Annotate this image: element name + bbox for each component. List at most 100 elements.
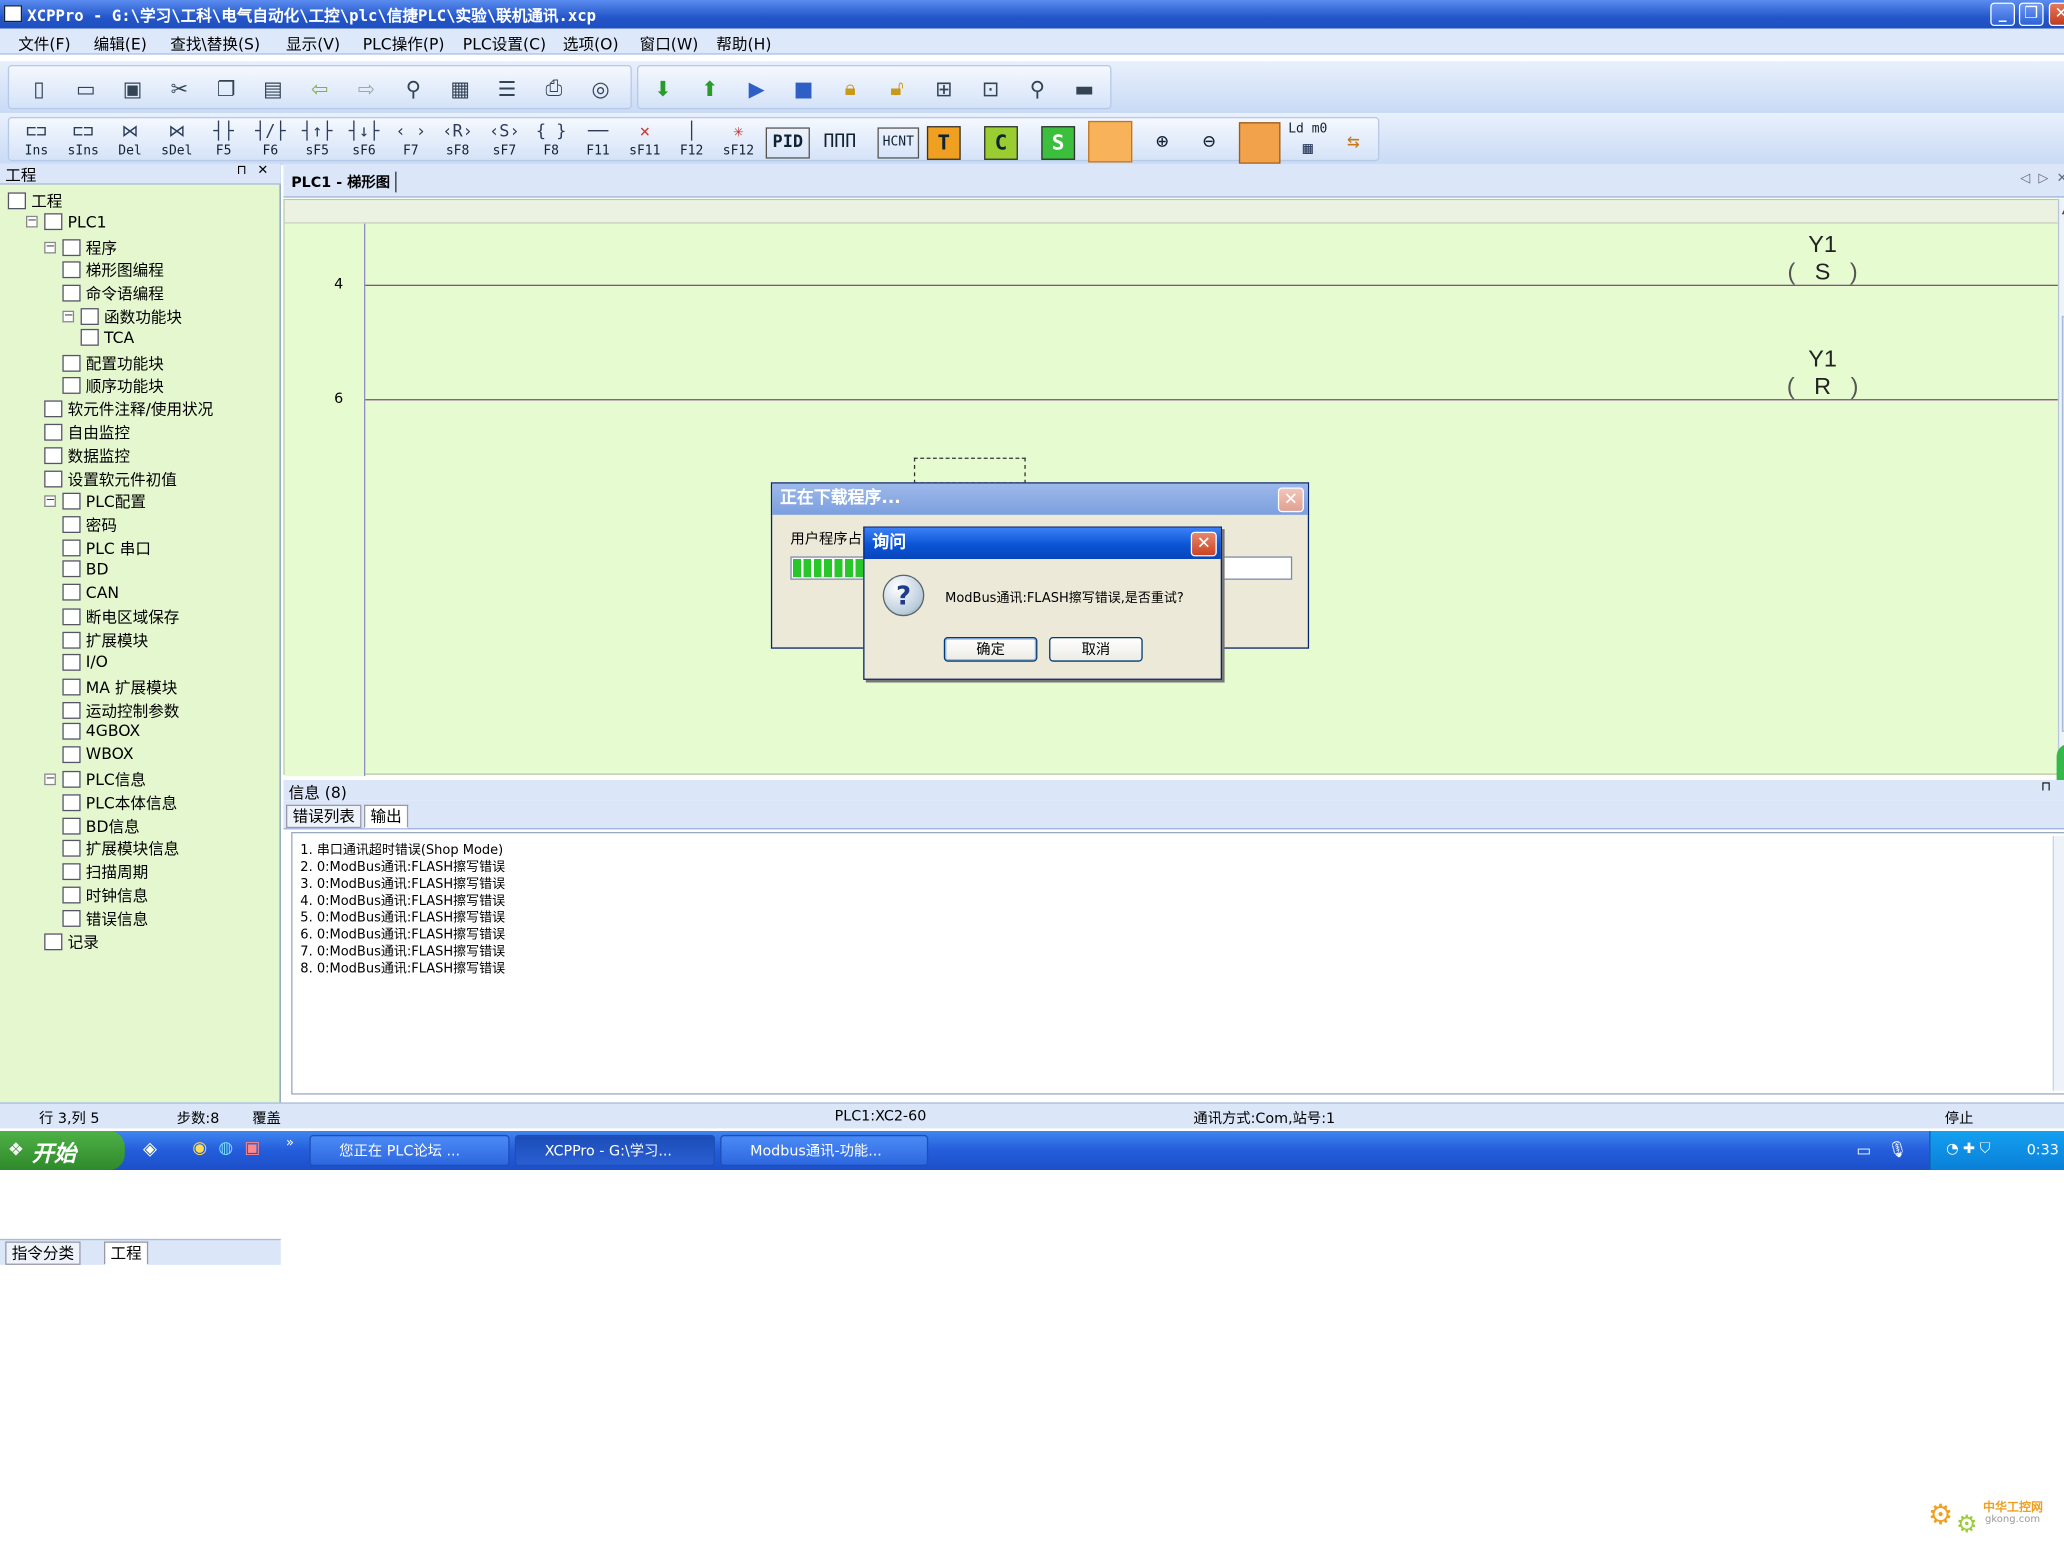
chrome-icon[interactable]: ◉ bbox=[192, 1139, 207, 1159]
task-modbus-doc[interactable]: Modbus通讯-功能... bbox=[720, 1134, 929, 1167]
coil-y1-reset[interactable]: Y1 ( R ) bbox=[1770, 345, 1875, 399]
tray-icons[interactable]: ◔ ✚ ⛉ bbox=[1946, 1140, 1990, 1158]
download-icon[interactable]: ⬇ bbox=[646, 72, 680, 106]
download-dialog-close-button[interactable]: ✕ bbox=[1277, 487, 1304, 513]
nc-contact-button[interactable]: ┤/├ F6 bbox=[248, 121, 292, 165]
no-contact-button[interactable]: ┤├ F5 bbox=[202, 121, 246, 165]
parallel-no-button[interactable]: ┤↑├ sF5 bbox=[295, 121, 339, 165]
tree-item[interactable]: 密码 bbox=[62, 514, 117, 536]
forward-arrow-icon[interactable]: ⇨ bbox=[350, 72, 384, 106]
ld-m0-button[interactable]: Ld m0 ▦ bbox=[1283, 122, 1332, 166]
delete-hline-button[interactable]: ✕ sF11 bbox=[623, 121, 667, 165]
menu-view[interactable]: 显示(V) bbox=[286, 33, 340, 55]
back-arrow-icon[interactable]: ⇦ bbox=[303, 72, 337, 106]
tab-next-icon[interactable]: ▷ bbox=[2038, 172, 2048, 186]
task-forum[interactable]: 您正在 PLC论坛 ... bbox=[309, 1134, 510, 1167]
close-button[interactable]: ✕ bbox=[2048, 2, 2064, 26]
info-pin-icon[interactable]: ⊓ bbox=[2041, 780, 2051, 794]
set-coil-button[interactable]: ‹S› sF7 bbox=[482, 121, 526, 165]
menu-file[interactable]: 文件(F) bbox=[18, 33, 70, 55]
tree-item[interactable]: 设置软元件初值 bbox=[44, 467, 177, 489]
menu-options[interactable]: 选项(O) bbox=[563, 33, 619, 55]
sequence-button[interactable]: S bbox=[1041, 126, 1076, 160]
copy-icon[interactable]: ❐ bbox=[209, 72, 243, 106]
collapse-toggle-icon[interactable]: − bbox=[62, 310, 75, 323]
counter-button[interactable]: C bbox=[984, 126, 1018, 160]
cancel-button[interactable]: 取消 bbox=[1049, 637, 1143, 662]
collapse-toggle-icon[interactable]: − bbox=[44, 495, 56, 508]
panel-close-icon[interactable]: ✕ bbox=[257, 164, 268, 178]
tree-item[interactable]: − 程序 bbox=[44, 236, 117, 258]
shift-insert-button[interactable]: ⊏⊐ sIns bbox=[61, 121, 105, 165]
monitor-toggle-icon[interactable] bbox=[1088, 120, 1133, 163]
tree-item[interactable]: BD bbox=[62, 560, 109, 578]
print-icon[interactable]: ⎙ bbox=[537, 72, 571, 106]
insert-row-button[interactable]: ⊏⊐ Ins bbox=[14, 121, 58, 165]
tree-item[interactable]: 记录 bbox=[44, 930, 99, 952]
pid-button[interactable]: PID bbox=[765, 127, 810, 159]
tree-item[interactable]: WBOX bbox=[62, 745, 134, 763]
collapse-toggle-icon[interactable]: − bbox=[26, 216, 38, 228]
tree-item[interactable]: CAN bbox=[62, 583, 119, 601]
delete-vline-button[interactable]: ✳ sF12 bbox=[716, 121, 760, 165]
coil-y1-set[interactable]: Y1 ( S ) bbox=[1770, 231, 1875, 285]
unlock-icon[interactable]: 🔓︎ bbox=[880, 72, 914, 106]
tree-item[interactable]: 断电区域保存 bbox=[62, 606, 179, 628]
monitor-frame-icon[interactable]: ⊞ bbox=[927, 72, 961, 106]
lock-icon[interactable]: 🔒︎ bbox=[833, 72, 867, 106]
paste-icon[interactable]: ▤ bbox=[256, 72, 290, 106]
menu-plc-operation[interactable]: PLC操作(P) bbox=[363, 33, 445, 55]
reset-coil-button[interactable]: ‹R› sF8 bbox=[435, 121, 479, 165]
menu-edit[interactable]: 编辑(E) bbox=[94, 33, 147, 55]
tab-prev-icon[interactable]: ◁ bbox=[2020, 172, 2030, 186]
ladder-scrollbar[interactable]: ▲ bbox=[2057, 198, 2064, 775]
cut-icon[interactable]: ✂ bbox=[163, 72, 197, 106]
restore-button[interactable]: ❐ bbox=[2018, 2, 2044, 26]
tree-item[interactable]: 4GBOX bbox=[62, 722, 140, 740]
tree-item[interactable]: 软元件注释/使用状况 bbox=[44, 398, 213, 420]
hline-button[interactable]: ── F11 bbox=[576, 121, 620, 165]
hcnt-button[interactable]: HCNT bbox=[877, 127, 920, 159]
tree-item[interactable]: 错误信息 bbox=[62, 907, 148, 929]
tree-item[interactable]: − PLC配置 bbox=[44, 491, 146, 513]
timer-button[interactable]: T bbox=[926, 126, 961, 160]
tab-project[interactable]: 工程 bbox=[104, 1241, 149, 1265]
tree-item[interactable]: BD信息 bbox=[62, 815, 140, 837]
new-file-icon[interactable]: ▯ bbox=[22, 72, 56, 106]
ok-button[interactable]: 确定 bbox=[943, 637, 1038, 662]
quicklaunch-icon[interactable]: ◈ bbox=[143, 1139, 157, 1160]
replace-icon[interactable]: ▦ bbox=[443, 72, 477, 106]
more-icon[interactable]: » bbox=[286, 1136, 294, 1150]
open-folder-icon[interactable]: ▭ bbox=[69, 72, 103, 106]
tree-item[interactable]: 工程 bbox=[7, 190, 63, 212]
tree-item[interactable]: MA 扩展模块 bbox=[62, 676, 177, 698]
tree-item[interactable]: 扩展模块 bbox=[62, 629, 148, 651]
app-icon-red[interactable]: ▣ bbox=[244, 1139, 260, 1159]
delete-row-button[interactable]: ⋈ Del bbox=[108, 121, 152, 165]
tree-item[interactable]: 自由监控 bbox=[44, 421, 130, 443]
tree-item[interactable]: PLC 串口 bbox=[62, 537, 151, 559]
vline-button[interactable]: │ F12 bbox=[670, 121, 714, 165]
magnify-icon[interactable]: ⚲ bbox=[1020, 72, 1054, 106]
task-xcppro[interactable]: XCPPro - G:\学习... bbox=[514, 1134, 715, 1167]
tree-item[interactable]: 运动控制参数 bbox=[62, 699, 179, 721]
tree-item[interactable]: I/O bbox=[62, 653, 108, 671]
coil-button[interactable]: ‹ › F7 bbox=[389, 121, 433, 165]
menu-help[interactable]: 帮助(H) bbox=[716, 33, 771, 55]
save-icon[interactable]: ▣ bbox=[116, 72, 150, 106]
menu-window[interactable]: 窗口(W) bbox=[640, 33, 699, 55]
keyboard-icon[interactable]: ▭ bbox=[1856, 1141, 1871, 1159]
pin-icon[interactable]: ⊓ bbox=[237, 164, 247, 178]
shift-delete-button[interactable]: ⋈ sDel bbox=[155, 121, 199, 165]
tree-item[interactable]: TCA bbox=[80, 329, 134, 347]
upload-icon[interactable]: ⬆ bbox=[693, 72, 727, 106]
tree-item[interactable]: 命令语编程 bbox=[62, 282, 164, 304]
tree-item[interactable]: 配置功能块 bbox=[62, 352, 164, 374]
tree-item[interactable]: − 函数功能块 bbox=[62, 306, 182, 328]
grid-icon[interactable] bbox=[1238, 122, 1281, 164]
tab-output[interactable]: 输出 bbox=[364, 804, 409, 829]
stop-icon[interactable]: ■ bbox=[787, 72, 821, 106]
tab-instruction-category[interactable]: 指令分类 bbox=[5, 1241, 81, 1265]
search-settings-icon[interactable]: ◎ bbox=[584, 72, 618, 106]
question-dialog-close-button[interactable]: ✕ bbox=[1190, 531, 1217, 557]
